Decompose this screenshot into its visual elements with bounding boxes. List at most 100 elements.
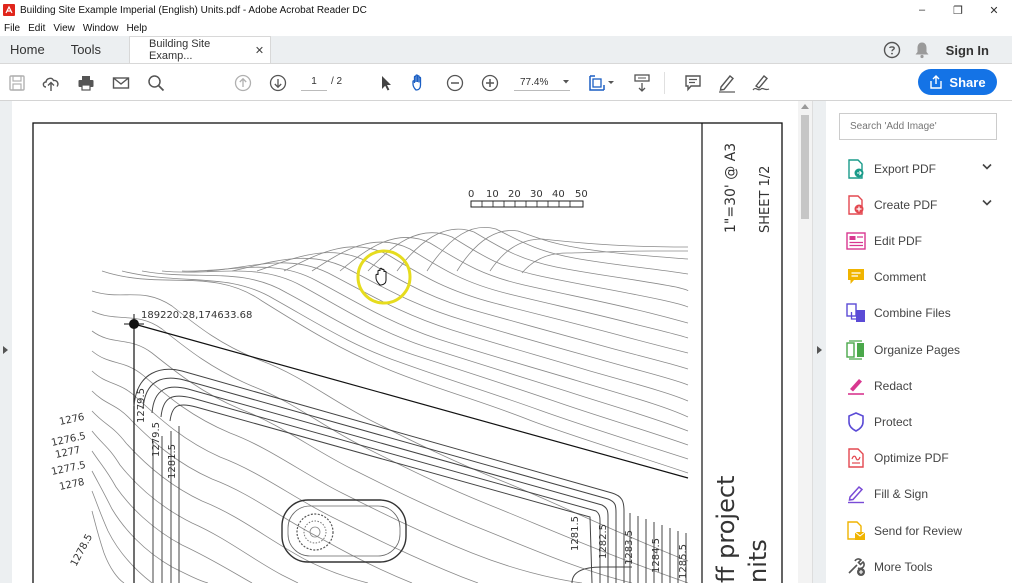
tab-tools[interactable]: Tools (55, 36, 111, 63)
tool-label: More Tools (874, 560, 933, 574)
window-controls: – ❐ ✕ (904, 0, 1012, 20)
drawing-scale-text: 1"=30' @ A3 (723, 143, 739, 233)
tools-panel: Export PDF Create PDF Edit PDF Comment C… (826, 101, 1012, 583)
contour-label: 1285.5 (678, 544, 689, 579)
more-tools-icon (846, 557, 866, 577)
tool-protect[interactable]: Protect (846, 410, 1006, 434)
tool-send-for-review[interactable]: Send for Review (846, 519, 1006, 543)
zoom-out-icon[interactable] (445, 73, 465, 93)
previous-page-icon[interactable] (233, 73, 253, 93)
close-window-button[interactable]: ✕ (976, 0, 1012, 20)
scale-label: 10 (486, 189, 499, 200)
zoom-level-value: 77.4% (520, 76, 549, 88)
contour-label: 1276 (58, 412, 85, 428)
tool-export-pdf[interactable]: Export PDF (846, 157, 1006, 181)
tool-more-tools[interactable]: More Tools (846, 555, 1006, 579)
menu-file[interactable]: File (0, 23, 24, 34)
project-subtitle-text: nits (744, 539, 772, 583)
menu-window[interactable]: Window (79, 23, 123, 34)
tool-edit-pdf[interactable]: Edit PDF (846, 229, 1006, 253)
scale-label: 20 (508, 189, 521, 200)
left-panel-toggle[interactable] (0, 101, 12, 583)
tool-label: Export PDF (874, 162, 937, 176)
sign-icon[interactable] (751, 73, 771, 93)
minimize-button[interactable]: – (904, 0, 940, 20)
chevron-down-icon[interactable] (982, 199, 992, 207)
select-cursor-icon[interactable] (376, 73, 396, 93)
scale-label: 0 (468, 189, 474, 200)
contour-labels-left: 1276 1276.5 1277 1277.5 1278 1278.5 (50, 412, 95, 569)
contour-label: 1281.5 (167, 444, 178, 479)
scroll-mode-icon[interactable] (632, 73, 652, 93)
email-icon[interactable] (111, 73, 131, 93)
share-label: Share (949, 74, 986, 90)
tool-label: Send for Review (874, 524, 963, 538)
chevron-right-icon (817, 346, 822, 354)
tool-create-pdf[interactable]: Create PDF (846, 193, 1006, 217)
contour-label: 1281.5 (570, 516, 581, 551)
site-drawing: 0 10 20 30 40 50 1"=30' @ A3 SHEET 1/2 f… (32, 122, 783, 583)
fit-page-icon[interactable] (588, 73, 616, 93)
chevron-down-icon (563, 80, 569, 84)
zoom-level-select[interactable]: 77.4% (514, 74, 570, 91)
bell-icon[interactable] (912, 40, 932, 60)
next-page-icon[interactable] (268, 73, 288, 93)
save-icon[interactable] (7, 73, 27, 93)
organize-pages-icon (846, 340, 866, 360)
tool-label: Organize Pages (874, 343, 961, 357)
tool-organize-pages[interactable]: Organize Pages (846, 338, 1006, 362)
right-panel-toggle[interactable] (812, 101, 826, 583)
vertical-scrollbar[interactable] (798, 101, 812, 583)
tool-optimize-pdf[interactable]: Optimize PDF (846, 446, 1006, 470)
highlight-pen-icon[interactable] (717, 73, 737, 93)
contour-label: 1278.5 (69, 532, 95, 568)
toolbar-separator (664, 72, 665, 94)
contour-label: 1282.5 (598, 524, 609, 559)
page-number-input[interactable] (301, 73, 327, 91)
comment-icon (846, 267, 866, 287)
contour-labels-vertical: 1279.5 1279.5 1281.5 (136, 388, 178, 479)
menu-bar: File Edit View Window Help (0, 20, 1012, 36)
contour-label: 1279.5 (151, 422, 162, 457)
sign-in-button[interactable]: Sign In (946, 43, 989, 58)
print-icon[interactable] (76, 73, 96, 93)
scale-bar: 0 10 20 30 40 50 (468, 189, 588, 208)
tab-home[interactable]: Home (0, 36, 55, 63)
contour-label: 1278 (58, 477, 85, 493)
tool-redact[interactable]: Redact (846, 374, 1006, 398)
help-icon[interactable] (882, 40, 902, 60)
tool-comment[interactable]: Comment (846, 265, 1006, 289)
contour-label: 1284.5 (651, 538, 662, 573)
restore-button[interactable]: ❐ (940, 0, 976, 20)
tools-search-input[interactable] (839, 113, 997, 140)
search-icon[interactable] (146, 73, 166, 93)
tree-symbol (296, 513, 334, 551)
tool-fill-sign[interactable]: Fill & Sign (846, 482, 1006, 506)
upload-cloud-icon[interactable] (41, 73, 61, 93)
coordinate-label: 189220.28,174633.68 (141, 310, 252, 321)
sheet-number-text: SHEET 1/2 (758, 166, 773, 233)
menu-help[interactable]: Help (122, 23, 151, 34)
chevron-down-icon[interactable] (982, 163, 992, 171)
menu-view[interactable]: View (49, 23, 79, 34)
contour-label: 1279.5 (136, 388, 147, 423)
hand-tool-icon[interactable] (410, 73, 430, 93)
title-bar: Building Site Example Imperial (English)… (0, 0, 1012, 20)
window-title: Building Site Example Imperial (English)… (20, 4, 367, 16)
tab-document[interactable]: Building Site Examp... ✕ (129, 36, 272, 63)
header-actions: Sign In (882, 36, 1012, 64)
document-viewport[interactable]: 0 10 20 30 40 50 1"=30' @ A3 SHEET 1/2 f… (0, 101, 812, 583)
menu-edit[interactable]: Edit (24, 23, 49, 34)
zoom-in-icon[interactable] (480, 73, 500, 93)
close-tab-icon[interactable]: ✕ (255, 44, 264, 57)
contour-label: 1277.5 (50, 460, 87, 478)
fill-sign-icon (846, 484, 866, 504)
tool-combine-files[interactable]: Combine Files (846, 301, 1006, 325)
pdf-page[interactable]: 0 10 20 30 40 50 1"=30' @ A3 SHEET 1/2 f… (12, 101, 798, 583)
share-button[interactable]: Share (918, 69, 997, 95)
scroll-up-arrow[interactable] (801, 104, 809, 109)
scale-label: 50 (575, 189, 588, 200)
comment-icon[interactable] (683, 73, 703, 93)
scrollbar-thumb[interactable] (801, 115, 809, 219)
export-pdf-icon (846, 159, 866, 179)
